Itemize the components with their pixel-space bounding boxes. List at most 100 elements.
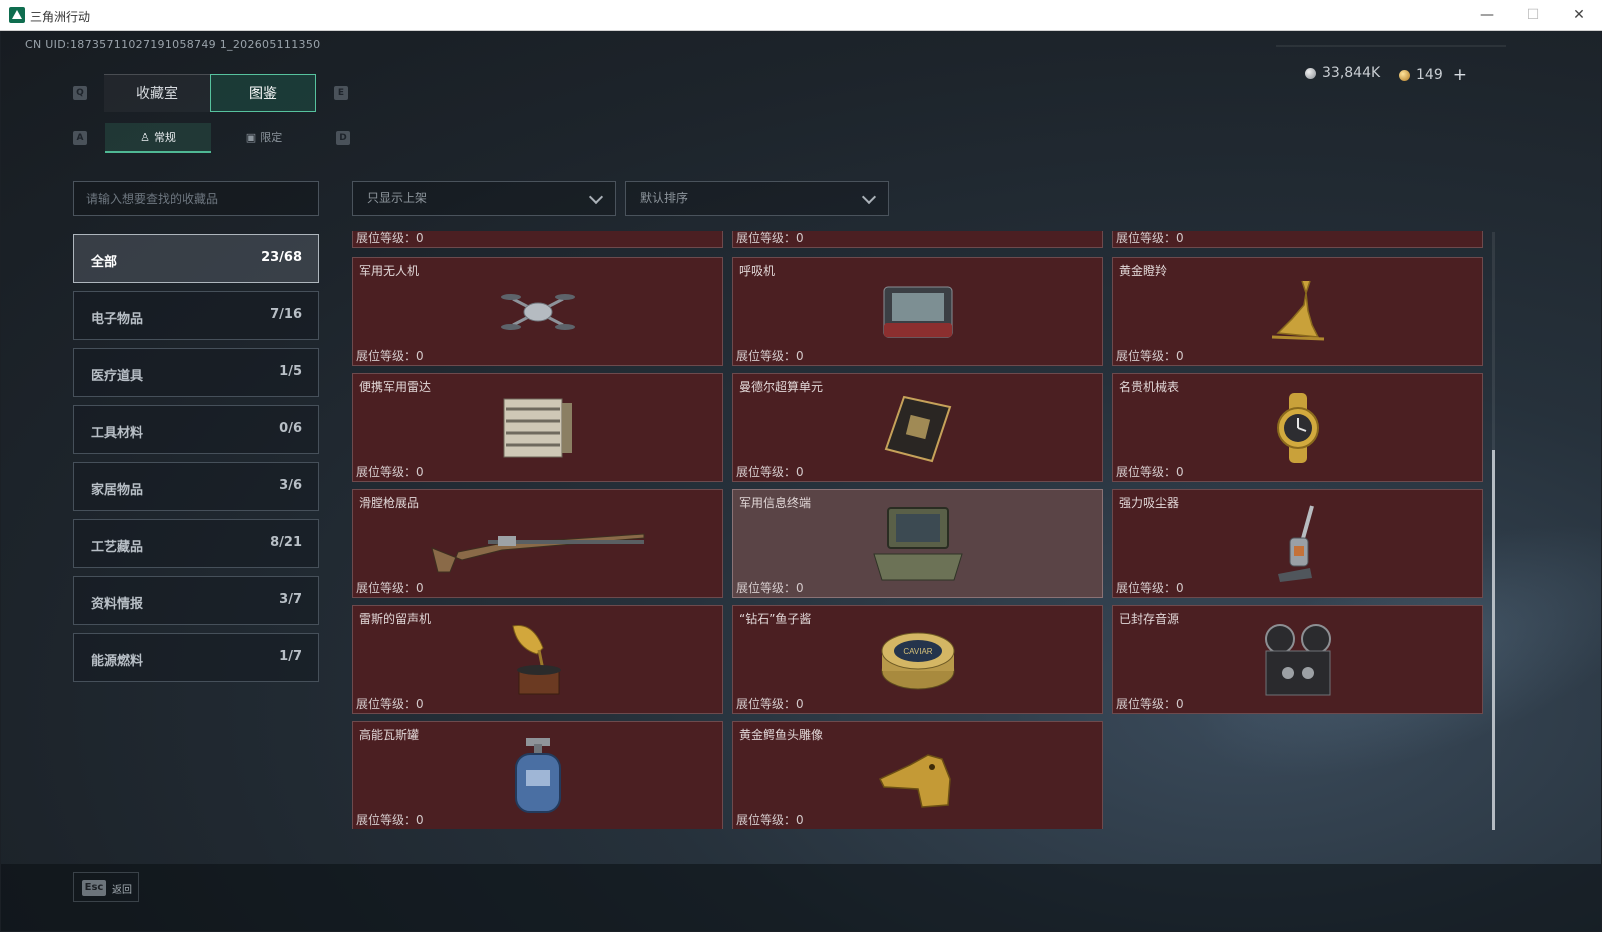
gazelle-icon bbox=[1271, 280, 1324, 340]
sub-tabs: ♙ 常规 ▣ 限定 bbox=[105, 123, 317, 153]
item-card-luxury-watch[interactable]: 名贵机械表 展位等级：0 bbox=[1112, 373, 1483, 482]
item-name: 黄金鳄鱼头雕像 bbox=[739, 728, 824, 742]
item-grid: 展位等级：0 展位等级：0 展位等级：0 军用无人机 展位等级：0 呼吸机 展位… bbox=[352, 231, 1492, 829]
window-titlebar: 三角洲行动 — ☐ ✕ bbox=[0, 0, 1602, 31]
back-label: 返回 bbox=[112, 885, 132, 896]
item-name: 黄金瞪羚 bbox=[1119, 264, 1168, 278]
display-filter-dropdown[interactable]: 只显示上架 bbox=[352, 181, 616, 216]
item-level: 展位等级：0 bbox=[736, 813, 804, 827]
add-currency-button[interactable]: + bbox=[1453, 65, 1467, 85]
category-fuel[interactable]: 能源燃料 1/7 bbox=[73, 633, 319, 682]
item-card-ventilator[interactable]: 呼吸机 展位等级：0 bbox=[732, 257, 1103, 366]
terminal-icon bbox=[872, 506, 963, 580]
category-count: 0/6 bbox=[279, 421, 302, 436]
category-name: 电子物品 bbox=[91, 312, 144, 327]
gold-currency: 149 + bbox=[1399, 65, 1467, 85]
category-count: 1/7 bbox=[279, 649, 302, 664]
musket-icon bbox=[430, 532, 644, 572]
footer-bar bbox=[1, 864, 1601, 931]
item-card-gas-canister[interactable]: 高能瓦斯罐 展位等级：0 bbox=[352, 721, 723, 829]
category-list: 全部 23/68 电子物品 7/16 医疗道具 1/5 工具材料 0/6 家居物… bbox=[73, 234, 319, 690]
item-card[interactable]: 展位等级：0 bbox=[352, 231, 723, 248]
category-name: 家居物品 bbox=[91, 483, 144, 498]
item-card-diamond-caviar[interactable]: “钻石”鱼子酱 CAVIAR 展位等级：0 bbox=[732, 605, 1103, 714]
item-level: 展位等级：0 bbox=[736, 465, 804, 479]
category-count: 23/68 bbox=[261, 250, 302, 265]
category-name: 工具材料 bbox=[91, 426, 144, 441]
gold-amount: 149 bbox=[1416, 67, 1443, 83]
item-card-mandel-supercomputer[interactable]: 曼德尔超算单元 展位等级：0 bbox=[732, 373, 1103, 482]
subtab-limited-label: 限定 bbox=[260, 131, 283, 144]
item-name: 军用无人机 bbox=[359, 264, 420, 278]
main-tabs: 收藏室 图鉴 bbox=[104, 74, 316, 112]
item-card-musket[interactable]: 滑膛枪展品 展位等级：0 bbox=[352, 489, 723, 598]
item-name: 呼吸机 bbox=[739, 264, 776, 278]
key-d-hint: D bbox=[336, 131, 350, 145]
minimize-button[interactable]: — bbox=[1464, 0, 1510, 31]
item-card-military-terminal[interactable]: 军用信息终端 展位等级：0 bbox=[732, 489, 1103, 598]
app-logo-icon bbox=[9, 7, 25, 23]
category-electronics[interactable]: 电子物品 7/16 bbox=[73, 291, 319, 340]
item-level: 展位等级：0 bbox=[1116, 581, 1184, 595]
item-card-portable-radar[interactable]: 便携军用雷达 展位等级：0 bbox=[352, 373, 723, 482]
category-household[interactable]: 家居物品 3/6 bbox=[73, 462, 319, 511]
subtab-regular[interactable]: ♙ 常规 bbox=[105, 123, 211, 153]
sort-dropdown[interactable]: 默认排序 bbox=[625, 181, 889, 216]
item-card[interactable]: 展位等级：0 bbox=[1112, 231, 1483, 248]
item-level: 展位等级：0 bbox=[356, 813, 424, 827]
back-button[interactable]: Esc 返回 bbox=[73, 872, 139, 902]
tab-catalog[interactable]: 图鉴 bbox=[210, 74, 316, 112]
ventilator-icon bbox=[883, 286, 952, 337]
silver-amount: 33,844K bbox=[1322, 65, 1381, 81]
item-level: 展位等级：0 bbox=[356, 581, 424, 595]
maximize-button[interactable]: ☐ bbox=[1510, 0, 1556, 31]
item-card-military-drone[interactable]: 军用无人机 展位等级：0 bbox=[352, 257, 723, 366]
item-card-golden-gazelle[interactable]: 黄金瞪羚 展位等级：0 bbox=[1112, 257, 1483, 366]
item-name: 军用信息终端 bbox=[739, 496, 812, 510]
key-e-hint: E bbox=[334, 86, 348, 100]
caviar-label: CAVIAR bbox=[903, 647, 932, 656]
display-filter-value: 只显示上架 bbox=[367, 191, 428, 205]
item-name: “钻石”鱼子酱 bbox=[739, 612, 812, 626]
item-card-sealed-audio[interactable]: 已封存音源 展位等级：0 bbox=[1112, 605, 1483, 714]
item-name: 滑膛枪展品 bbox=[359, 496, 420, 510]
category-name: 全部 bbox=[91, 255, 118, 270]
item-card-vacuum[interactable]: 强力吸尘器 展位等级：0 bbox=[1112, 489, 1483, 598]
grid-scrollbar[interactable] bbox=[1492, 232, 1495, 830]
close-button[interactable]: ✕ bbox=[1556, 0, 1602, 31]
item-level: 展位等级：0 bbox=[1116, 697, 1184, 711]
item-name: 名贵机械表 bbox=[1119, 380, 1180, 394]
subtab-limited[interactable]: ▣ 限定 bbox=[211, 123, 317, 153]
caviar-tin-icon: CAVIAR bbox=[881, 632, 954, 689]
image-icon: ▣ bbox=[245, 131, 257, 144]
tab-collection-room[interactable]: 收藏室 bbox=[104, 74, 210, 112]
silver-currency: 33,844K bbox=[1305, 65, 1380, 81]
category-medical[interactable]: 医疗道具 1/5 bbox=[73, 348, 319, 397]
item-level: 展位等级：0 bbox=[736, 231, 804, 245]
item-level: 展位等级：0 bbox=[1116, 231, 1184, 245]
drone-icon bbox=[500, 293, 575, 330]
item-level: 展位等级：0 bbox=[1116, 349, 1184, 363]
item-level: 展位等级：0 bbox=[1116, 465, 1184, 479]
player-uid: CN UID:18735711027191058749 1_2026051113… bbox=[25, 38, 321, 51]
item-card-gramophone[interactable]: 雷斯的留声机 展位等级：0 bbox=[352, 605, 723, 714]
item-name: 强力吸尘器 bbox=[1119, 496, 1180, 510]
item-level: 展位等级：0 bbox=[736, 349, 804, 363]
category-name: 工艺藏品 bbox=[91, 540, 144, 555]
gramophone-icon bbox=[511, 624, 561, 694]
item-level: 展位等级：0 bbox=[356, 697, 424, 711]
category-tools[interactable]: 工具材料 0/6 bbox=[73, 405, 319, 454]
search-input[interactable] bbox=[73, 181, 319, 216]
item-name: 已封存音源 bbox=[1119, 612, 1180, 626]
scrollbar-thumb[interactable] bbox=[1492, 450, 1495, 830]
category-crafts[interactable]: 工艺藏品 8/21 bbox=[73, 519, 319, 568]
item-card-golden-crocodile-head[interactable]: 黄金鳄鱼头雕像 展位等级：0 bbox=[732, 721, 1103, 829]
category-all[interactable]: 全部 23/68 bbox=[73, 234, 319, 283]
item-name: 雷斯的留声机 bbox=[359, 612, 432, 626]
watch-icon bbox=[1276, 392, 1319, 463]
category-name: 能源燃料 bbox=[91, 654, 144, 669]
category-count: 1/5 bbox=[279, 364, 302, 379]
item-card[interactable]: 展位等级：0 bbox=[732, 231, 1103, 248]
silver-coin-icon bbox=[1305, 67, 1316, 79]
category-intel[interactable]: 资料情报 3/7 bbox=[73, 576, 319, 625]
